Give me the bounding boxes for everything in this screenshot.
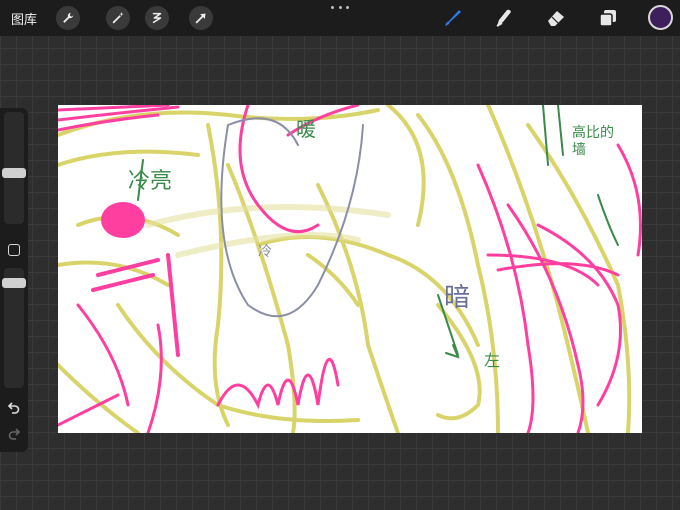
brush-size-thumb[interactable] [2,168,26,178]
brush-size-slider[interactable] [2,112,26,224]
more-options-icon[interactable] [331,3,349,11]
top-toolbar: 图库 [0,0,680,36]
transform-arrow-icon[interactable] [189,6,213,30]
opacity-thumb[interactable] [2,278,26,288]
annotation-dark: 暗 [444,283,471,313]
color-picker-swatch[interactable] [648,5,673,30]
annotation-warm: 暖 [296,117,316,141]
sketch-strokes [58,105,642,433]
smudge-icon[interactable] [491,5,517,31]
magic-wand-icon[interactable] [106,6,130,30]
annotation-wall-text: 高比的墙 [572,125,614,158]
annotation-cool-light: 冷亮 [128,169,173,194]
wrench-icon[interactable] [56,6,80,30]
selection-icon[interactable] [145,6,169,30]
eraser-icon[interactable] [543,5,569,31]
undo-icon[interactable] [7,400,21,414]
layers-icon[interactable] [595,5,621,31]
redo-icon[interactable] [7,426,21,440]
opacity-slider[interactable] [2,268,26,388]
annotation-arrow-note: 左 [484,351,501,370]
brush-icon[interactable] [440,5,466,31]
annotation-cold: 冷 [258,244,272,260]
drawing-canvas[interactable]: 冷亮 暖 暗 高比的墙 冷 左 [58,105,642,433]
modify-button[interactable] [8,244,20,256]
left-sidebar [0,108,28,452]
gallery-button[interactable]: 图库 [11,9,37,28]
